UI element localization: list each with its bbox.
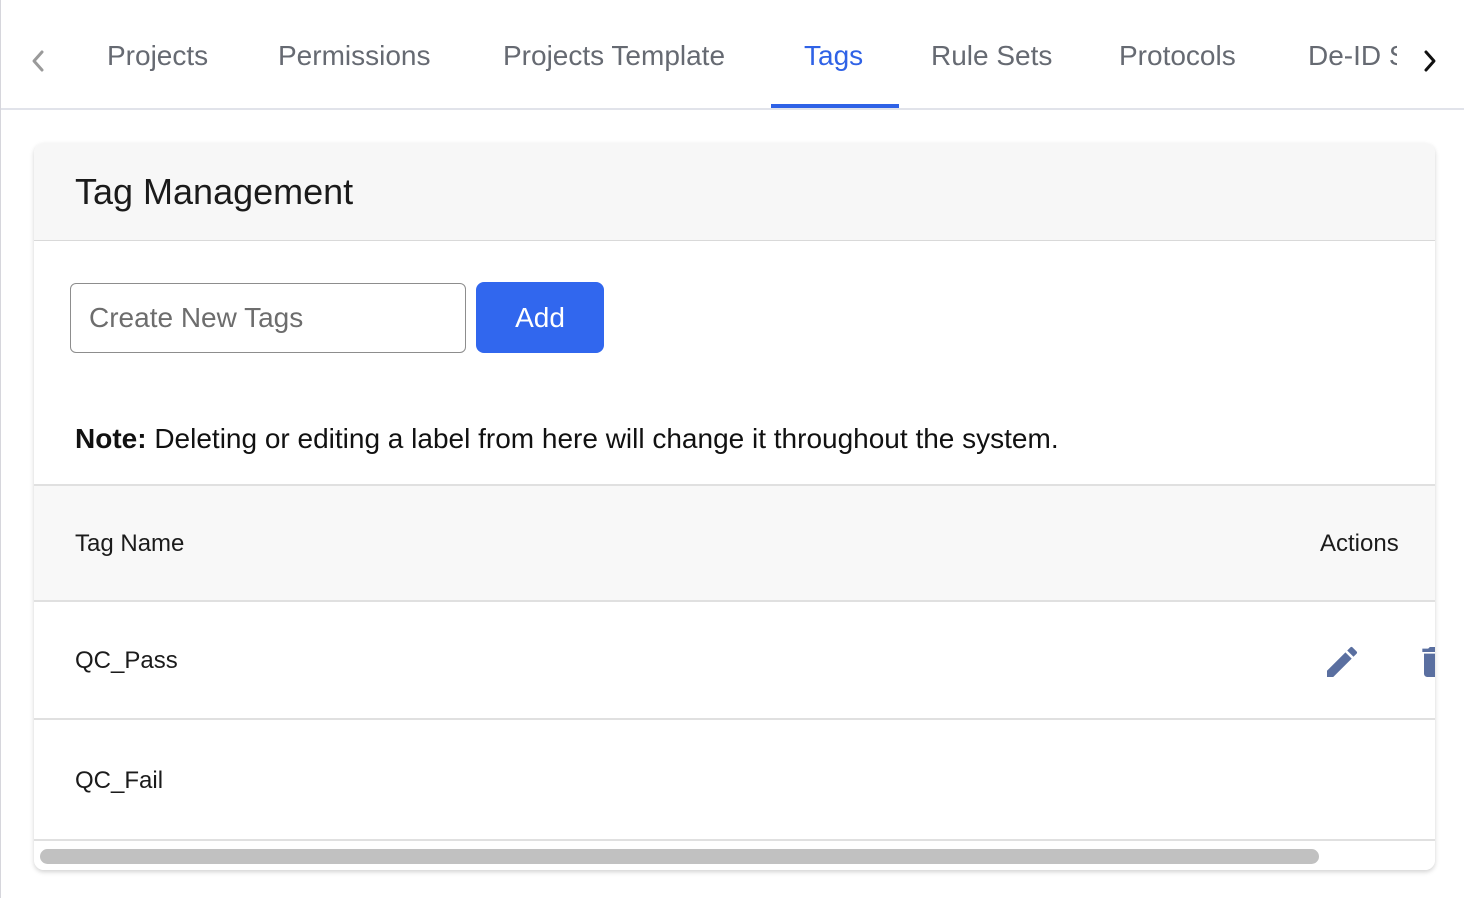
tab-list: Projects Permissions Projects Template T… [1, 0, 1397, 108]
table-row: QC_Fail [34, 720, 1435, 841]
tab-permissions[interactable]: Permissions [278, 40, 430, 84]
edit-tag-button[interactable] [1320, 640, 1364, 684]
delete-tag-button[interactable] [1414, 640, 1435, 684]
tab-de-id[interactable]: De-ID S [1308, 40, 1397, 84]
tab-projects[interactable]: Projects [107, 40, 208, 84]
tab-bar: Projects Permissions Projects Template T… [1, 0, 1464, 110]
tag-name-cell: QC_Fail [75, 767, 164, 794]
active-tab-indicator [771, 104, 899, 108]
page-title: Tag Management [75, 171, 354, 212]
pencil-icon [1327, 646, 1358, 677]
table-header: Tag Name Actions [34, 484, 1435, 602]
chevron-right-icon [1424, 50, 1436, 72]
tab-projects-template[interactable]: Projects Template [503, 40, 725, 84]
tab-protocols[interactable]: Protocols [1119, 40, 1236, 84]
tab-tags[interactable]: Tags [804, 40, 863, 84]
tag-management-card: Tag Management Add Note: Deleting or edi… [34, 143, 1435, 870]
create-tag-input[interactable] [70, 283, 466, 353]
card-header: Tag Management [34, 143, 1435, 241]
note-text: Note: Deleting or editing a label from h… [75, 423, 1059, 455]
tab-rule-sets[interactable]: Rule Sets [931, 40, 1052, 84]
column-header-tag-name: Tag Name [75, 530, 185, 557]
note-message: Deleting or editing a label from here wi… [146, 423, 1059, 454]
table-row: QC_Pass [34, 602, 1435, 720]
note-label: Note: [75, 423, 147, 454]
column-header-actions: Actions [1320, 530, 1399, 557]
tag-name-cell: QC_Pass [75, 647, 178, 674]
add-tag-button[interactable]: Add [476, 282, 604, 353]
tag-management-page: Projects Permissions Projects Template T… [0, 0, 1464, 898]
horizontal-scrollbar[interactable] [34, 843, 1435, 870]
horizontal-scrollbar-thumb[interactable] [40, 849, 1319, 864]
trash-icon [1422, 647, 1435, 677]
tab-scroll-right-button[interactable] [1415, 44, 1445, 78]
